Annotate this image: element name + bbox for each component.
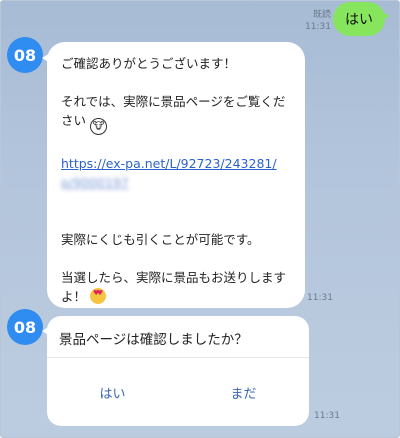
not-yet-button[interactable]: まだ bbox=[178, 358, 309, 426]
message-line: 実際にくじも引くことが可能です。 bbox=[61, 232, 260, 247]
link-text-blurred[interactable]: p/9000197 bbox=[61, 175, 129, 190]
cow-emoji: 🐮 bbox=[90, 118, 107, 135]
message-line: それでは、実際に景品ページをご覧ください 🐮 bbox=[61, 92, 295, 135]
link-text[interactable]: https://ex-pa.net/L/92723/243281/ bbox=[61, 156, 277, 171]
page-link[interactable]: https://ex-pa.net/L/92723/243281/ p/9000… bbox=[61, 154, 295, 192]
heart-eyes-emoji bbox=[90, 288, 106, 304]
chat-window: 既読 11:31 はい 08 ご確認ありがとうございます！ それでは、実際に景品… bbox=[0, 0, 400, 438]
message-line: 当選したら、実際に景品もお送りしますよ！ bbox=[61, 268, 295, 306]
message-line: ご確認ありがとうございます！ bbox=[61, 56, 237, 71]
question-text: 景品ページは確認しましたか？ bbox=[47, 316, 309, 358]
answer-buttons: はい まだ bbox=[47, 358, 309, 426]
question-card: 景品ページは確認しましたか？ はい まだ bbox=[47, 316, 309, 426]
outgoing-text: はい bbox=[345, 12, 373, 28]
outgoing-bubble[interactable]: はい bbox=[333, 2, 385, 36]
yes-button[interactable]: はい bbox=[47, 358, 178, 426]
avatar[interactable]: 08 bbox=[7, 37, 43, 73]
message-bubble[interactable]: ご確認ありがとうございます！ それでは、実際に景品ページをご覧ください 🐮 ht… bbox=[47, 42, 305, 308]
outgoing-meta: 既読 11:31 bbox=[305, 9, 331, 33]
avatar[interactable]: 08 bbox=[7, 309, 43, 345]
avatar-label: 08 bbox=[13, 317, 37, 337]
question-time: 11:31 bbox=[314, 411, 340, 421]
message-time: 11:31 bbox=[307, 293, 333, 303]
read-label: 既読 bbox=[312, 10, 331, 20]
avatar-label: 08 bbox=[13, 45, 37, 65]
outgoing-time: 11:31 bbox=[305, 22, 331, 32]
